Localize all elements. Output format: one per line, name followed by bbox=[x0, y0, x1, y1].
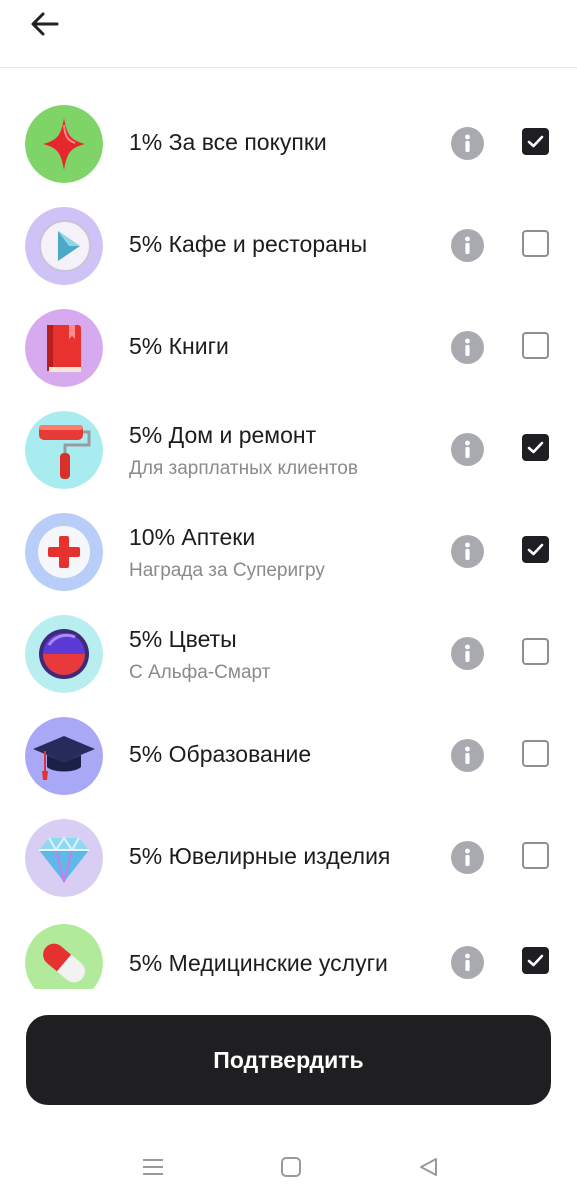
category-subtitle: С Альфа-Смарт bbox=[129, 662, 271, 683]
category-icon-bg bbox=[25, 207, 103, 285]
list-item[interactable]: 5% Кафе и рестораны bbox=[0, 195, 577, 297]
arrow-left-icon bbox=[31, 12, 59, 36]
pill-capsule-icon bbox=[25, 924, 103, 989]
category-icon-bg bbox=[25, 513, 103, 591]
category-icon-bg bbox=[25, 105, 103, 183]
list-item[interactable]: 5% Образование bbox=[0, 705, 577, 807]
confirm-button[interactable]: Подтвердить bbox=[26, 1015, 551, 1105]
info-icon bbox=[465, 134, 470, 152]
info-icon bbox=[465, 338, 470, 356]
category-title: 5% Дом и ремонт bbox=[129, 422, 317, 448]
category-icon-bg bbox=[25, 309, 103, 387]
category-title: 5% Цветы bbox=[129, 626, 237, 652]
info-icon bbox=[465, 848, 470, 866]
checkmark-icon bbox=[527, 543, 544, 556]
category-checkbox[interactable] bbox=[522, 434, 549, 461]
info-button[interactable] bbox=[451, 331, 484, 364]
category-title: 1% За все покупки bbox=[129, 129, 327, 155]
category-checkbox[interactable] bbox=[522, 536, 549, 563]
flowers-icon bbox=[25, 615, 103, 693]
category-icon-bg bbox=[25, 924, 103, 989]
category-subtitle: Для зарплатных клиентов bbox=[129, 458, 358, 479]
info-icon bbox=[465, 236, 470, 254]
category-subtitle: Награда за Суперигру bbox=[129, 560, 325, 581]
category-checkbox[interactable] bbox=[522, 740, 549, 767]
info-icon bbox=[465, 542, 470, 560]
info-button[interactable] bbox=[451, 946, 484, 979]
info-button[interactable] bbox=[451, 841, 484, 874]
back-button[interactable] bbox=[24, 6, 66, 42]
category-title: 5% Книги bbox=[129, 333, 229, 359]
category-checkbox[interactable] bbox=[522, 332, 549, 359]
category-checkbox[interactable] bbox=[522, 128, 549, 155]
info-button[interactable] bbox=[451, 127, 484, 160]
info-icon bbox=[465, 746, 470, 764]
cafe-play-icon bbox=[25, 207, 103, 285]
info-icon bbox=[465, 953, 470, 971]
paint-roller-icon bbox=[25, 411, 103, 489]
info-button[interactable] bbox=[451, 535, 484, 568]
category-icon-bg bbox=[25, 411, 103, 489]
list-item[interactable]: 5% Медицинские услуги bbox=[0, 909, 577, 989]
checkmark-icon bbox=[527, 441, 544, 454]
list-item[interactable]: 5% Книги bbox=[0, 297, 577, 399]
list-item[interactable]: 5% Дом и ремонт Для зарплатных клиентов bbox=[0, 399, 577, 501]
category-checkbox[interactable] bbox=[522, 638, 549, 665]
category-title: 5% Кафе и рестораны bbox=[129, 231, 368, 257]
home-square-icon bbox=[281, 1157, 301, 1177]
category-title: 5% Образование bbox=[129, 741, 312, 767]
info-button[interactable] bbox=[451, 433, 484, 466]
list-item[interactable]: 10% Аптеки Награда за Суперигру bbox=[0, 501, 577, 603]
list-item[interactable]: 5% Цветы С Альфа-Смарт bbox=[0, 603, 577, 705]
menu-icon bbox=[143, 1159, 163, 1175]
category-icon-bg bbox=[25, 717, 103, 795]
graduation-cap-icon bbox=[25, 717, 103, 795]
info-icon bbox=[465, 644, 470, 662]
info-button[interactable] bbox=[451, 229, 484, 262]
category-title: 5% Медицинские услуги bbox=[129, 950, 388, 976]
menu-nav-button[interactable] bbox=[133, 1152, 173, 1182]
category-list: 1% За все покупки 5% Кафе и рестораны 5%… bbox=[0, 69, 577, 989]
back-nav-button[interactable] bbox=[408, 1152, 448, 1182]
category-title: 5% Ювелирные изделия bbox=[129, 843, 391, 869]
star-icon bbox=[25, 105, 103, 183]
checkmark-icon bbox=[527, 954, 544, 967]
category-checkbox[interactable] bbox=[522, 230, 549, 257]
medical-cross-icon bbox=[25, 513, 103, 591]
checkmark-icon bbox=[527, 135, 544, 148]
info-button[interactable] bbox=[451, 637, 484, 670]
category-checkbox[interactable] bbox=[522, 947, 549, 974]
list-item[interactable]: 5% Ювелирные изделия bbox=[0, 807, 577, 909]
category-checkbox[interactable] bbox=[522, 842, 549, 869]
home-nav-button[interactable] bbox=[271, 1152, 311, 1182]
info-button[interactable] bbox=[451, 739, 484, 772]
system-nav-bar bbox=[0, 1130, 577, 1200]
category-icon-bg bbox=[25, 615, 103, 693]
header-bar bbox=[0, 0, 577, 68]
category-title: 10% Аптеки bbox=[129, 524, 256, 550]
info-icon bbox=[465, 440, 470, 458]
diamond-icon bbox=[25, 819, 103, 897]
list-item[interactable]: 1% За все покупки bbox=[0, 93, 577, 195]
category-icon-bg bbox=[25, 819, 103, 897]
book-icon bbox=[25, 309, 103, 387]
back-triangle-icon bbox=[420, 1158, 437, 1176]
